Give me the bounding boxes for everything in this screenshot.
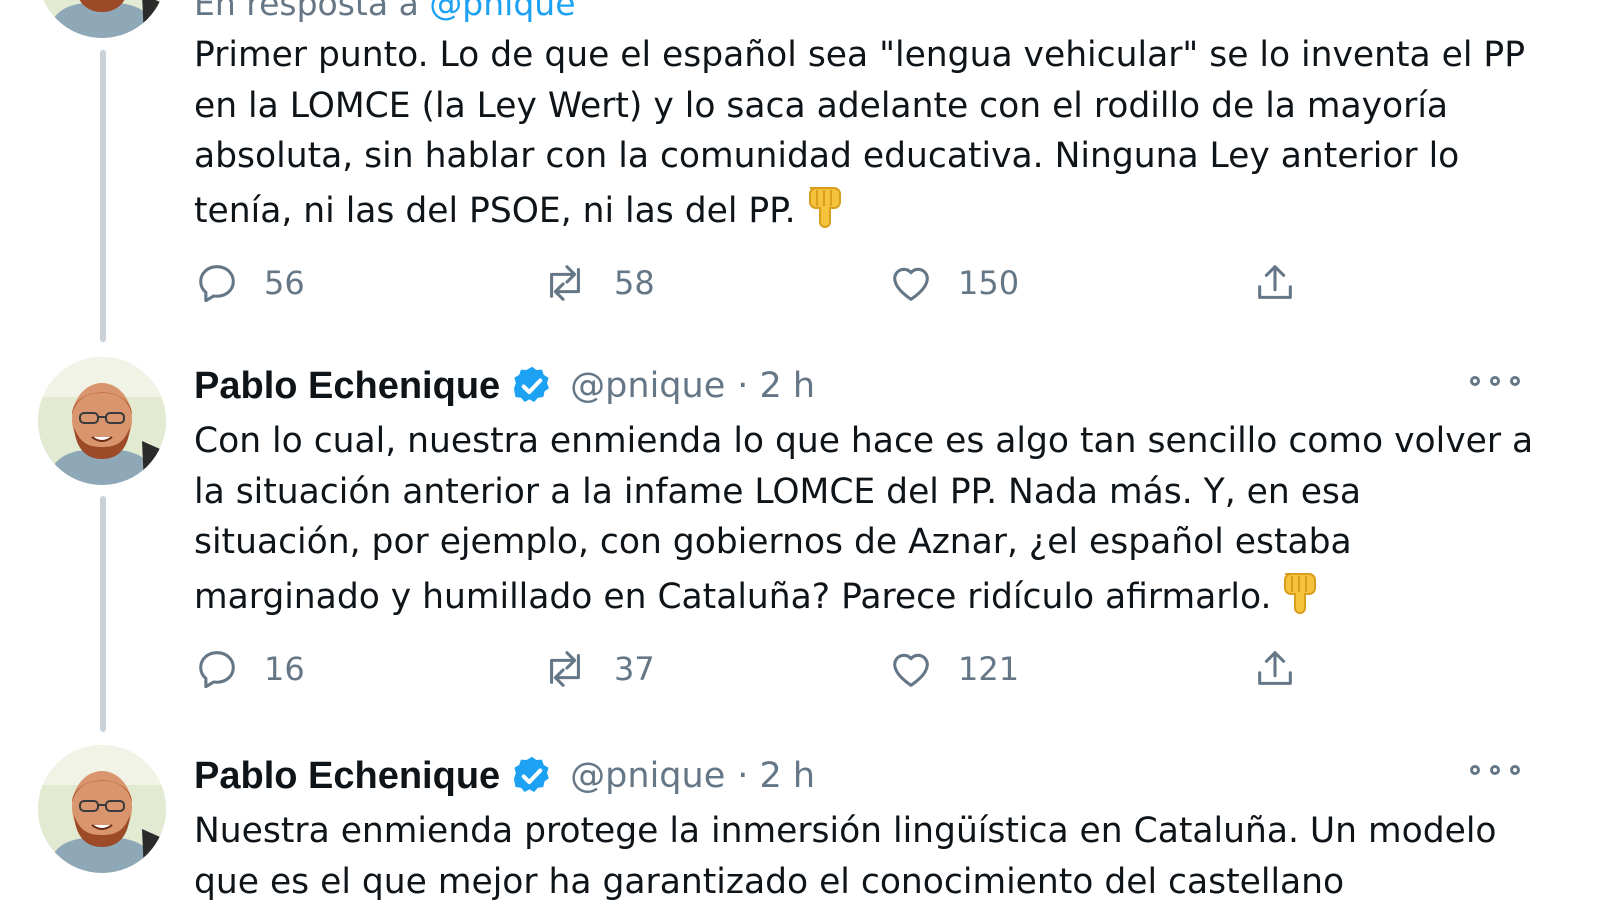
display-name[interactable]: Pablo Echenique <box>194 365 500 408</box>
retweet-button[interactable]: 37 <box>540 644 655 694</box>
pointing-down-emoji-icon <box>1279 568 1319 629</box>
retweet-icon <box>550 265 580 301</box>
more-dot-icon <box>1490 765 1500 775</box>
verified-badge-icon <box>514 366 550 402</box>
retweet-count: 37 <box>614 650 655 688</box>
tweet-header: Pablo Echenique @pnique · 2 h <box>194 748 815 804</box>
like-button[interactable]: 121 <box>888 644 1019 694</box>
pointing-down-emoji-icon <box>804 182 844 243</box>
like-button[interactable]: 150 <box>888 258 1019 308</box>
avatar[interactable] <box>38 357 166 485</box>
tweet-text: Con lo cual, nuestra enmienda lo que hac… <box>194 416 1534 628</box>
tweet-text-body: Nuestra enmienda protege la inmersión li… <box>194 811 1508 902</box>
more-options-button[interactable] <box>1470 366 1520 396</box>
more-dot-icon <box>1470 376 1480 386</box>
share-button[interactable] <box>1252 258 1298 308</box>
more-options-button[interactable] <box>1470 755 1520 785</box>
tweet-header: Pablo Echenique @pnique · 2 h <box>194 358 815 414</box>
tweet-actions: 56 58 150 <box>194 258 1334 308</box>
reply-context: En resposta a @pnique <box>194 0 576 23</box>
thread-line <box>100 496 106 732</box>
reply-icon <box>199 651 235 689</box>
more-dot-icon <box>1470 765 1480 775</box>
share-button[interactable] <box>1252 644 1298 694</box>
avatar[interactable] <box>38 0 166 38</box>
verified-badge-icon <box>514 756 550 792</box>
timestamp[interactable]: · 2 h <box>737 756 815 796</box>
retweet-count: 58 <box>614 264 655 302</box>
reply-button[interactable]: 56 <box>194 258 305 308</box>
reply-count: 16 <box>264 650 305 688</box>
tweet-text-body: Primer punto. Lo de que el español sea "… <box>194 35 1536 231</box>
more-dot-icon <box>1510 765 1520 775</box>
heart-icon <box>893 653 929 687</box>
avatar[interactable] <box>38 745 166 873</box>
share-icon <box>1258 265 1292 299</box>
retweet-icon <box>550 651 580 687</box>
reply-prefix: En resposta a <box>194 0 419 23</box>
timestamp[interactable]: · 2 h <box>737 366 815 406</box>
retweet-button[interactable]: 58 <box>540 258 655 308</box>
display-name[interactable]: Pablo Echenique <box>194 755 500 798</box>
more-dot-icon <box>1510 376 1520 386</box>
heart-icon <box>893 267 929 301</box>
share-icon <box>1258 651 1292 685</box>
reply-button[interactable]: 16 <box>194 644 305 694</box>
reply-icon <box>199 265 235 303</box>
tweet-text: Nuestra enmienda protege la inmersión li… <box>194 806 1524 907</box>
like-count: 150 <box>958 264 1020 302</box>
tweet-text: Primer punto. Lo de que el español sea "… <box>194 30 1534 242</box>
like-count: 121 <box>958 650 1020 688</box>
reply-handle-link[interactable]: @pnique <box>429 0 575 23</box>
handle[interactable]: @pnique <box>570 756 725 796</box>
handle[interactable]: @pnique <box>570 366 725 406</box>
more-dot-icon <box>1490 376 1500 386</box>
tweet-text-body: Con lo cual, nuestra enmienda lo que hac… <box>194 421 1545 617</box>
reply-count: 56 <box>264 264 305 302</box>
thread-line <box>100 50 106 342</box>
tweet-actions: 16 37 121 <box>194 644 1334 694</box>
